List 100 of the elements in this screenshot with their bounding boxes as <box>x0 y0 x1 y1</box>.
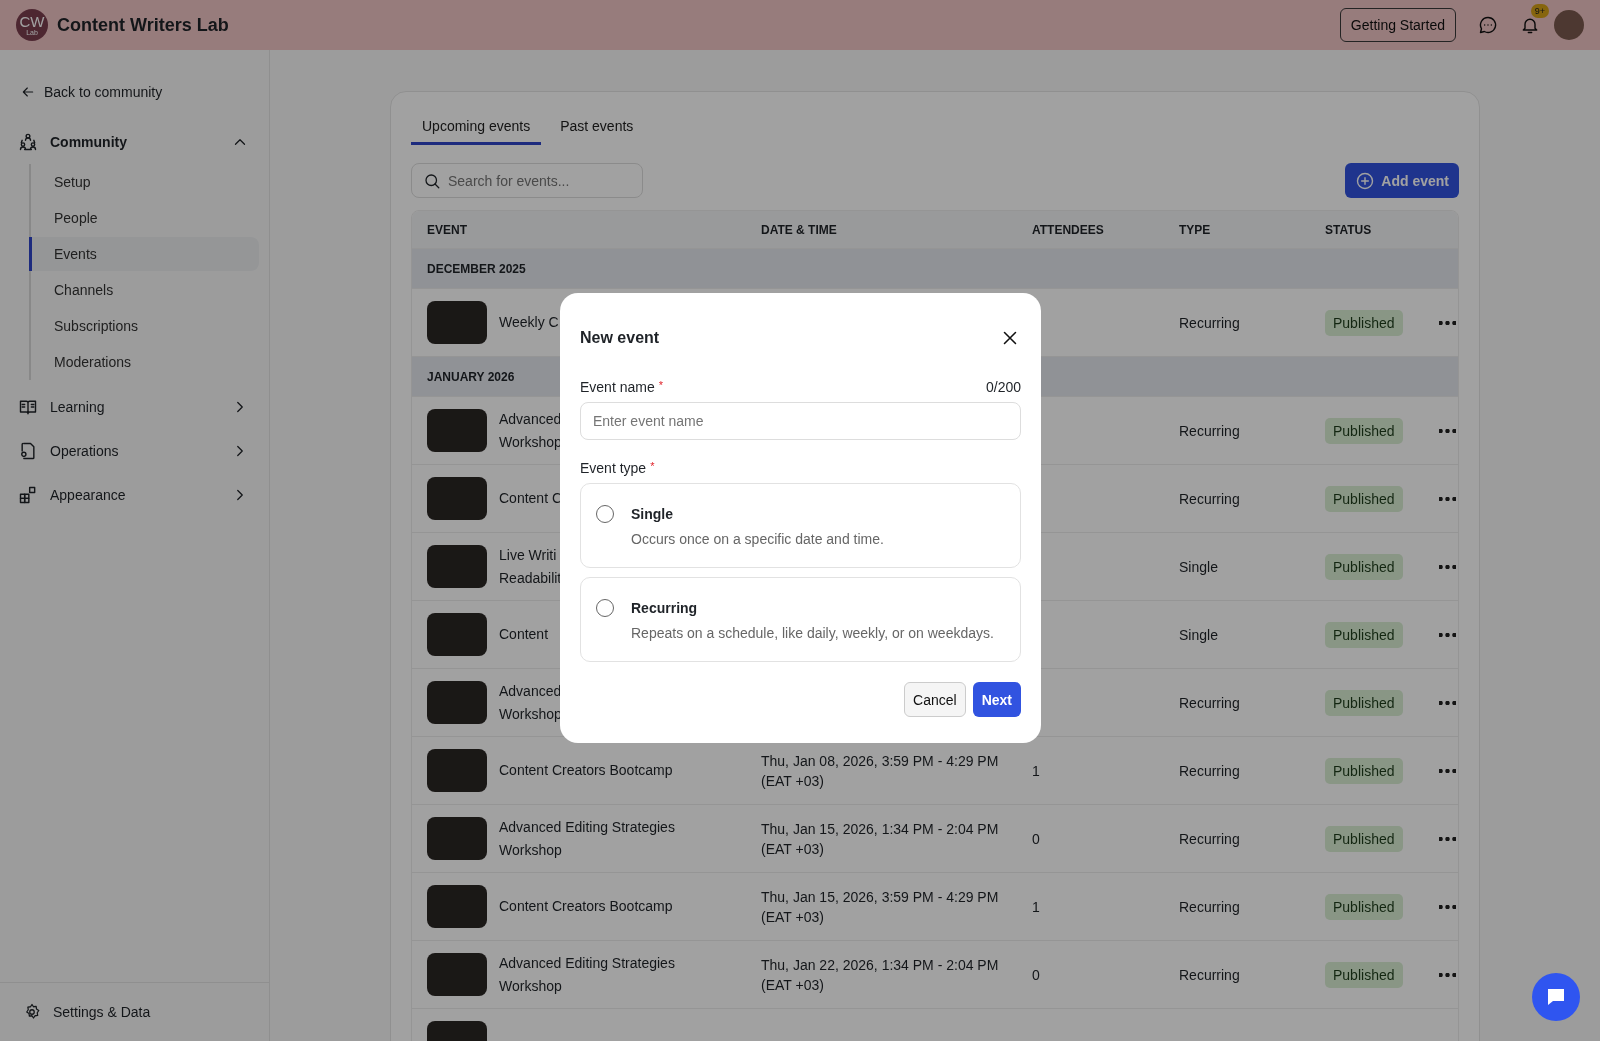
photo-placeholder <box>427 749 487 792</box>
book-icon <box>18 397 38 417</box>
chat-button[interactable] <box>1532 973 1580 1021</box>
dialog-title: New event <box>580 329 660 347</box>
option-description: Occurs once on a specific date and time. <box>631 531 885 547</box>
field-label: Event name * <box>580 379 663 395</box>
status-badge: Published <box>1325 689 1403 716</box>
more-icon <box>1439 700 1456 705</box>
people-icon <box>18 132 38 152</box>
more-button[interactable] <box>1437 426 1458 435</box>
option-description: Repeats on a schedule, like daily, weekly, or on weekdays. <box>631 625 995 641</box>
sidebar-item[interactable]: Channels <box>29 273 259 307</box>
plus-circle-icon <box>1355 170 1376 191</box>
add-event-button[interactable]: Add event <box>1345 163 1459 198</box>
more-icon <box>1439 632 1456 637</box>
photo-placeholder <box>427 545 487 588</box>
field-label: Event type * <box>580 460 655 476</box>
photo-placeholder <box>427 613 487 656</box>
more-button[interactable] <box>1437 970 1458 979</box>
event-type: Recurring <box>1179 898 1241 915</box>
event-type: Recurring <box>1179 966 1241 983</box>
more-icon <box>1439 428 1456 433</box>
event-type: Recurring <box>1179 422 1241 439</box>
more-button[interactable] <box>1437 630 1458 639</box>
event-type: Single <box>1179 626 1219 643</box>
more-button[interactable] <box>1437 834 1458 843</box>
event-type-option[interactable]: Recurring Repeats on a schedule, like daily, weekly, or on weekdays. <box>580 577 1021 662</box>
event-type: Recurring <box>1179 314 1241 331</box>
photo-placeholder <box>427 953 487 996</box>
tab[interactable]: Past events <box>549 108 645 145</box>
group-header: DECEMBER 2025 <box>412 248 1458 288</box>
gear-icon <box>23 1003 41 1021</box>
more-button[interactable] <box>1437 902 1458 911</box>
character-counter: 0/200 <box>985 379 1021 395</box>
more-icon <box>1439 320 1456 325</box>
more-button[interactable] <box>1437 698 1458 707</box>
more-button[interactable] <box>1437 494 1458 503</box>
event-name: Weekly C <box>499 313 559 332</box>
event-name: Live Writi Readabilit <box>499 545 562 588</box>
status-badge: Published <box>1325 825 1403 852</box>
more-icon <box>1439 904 1456 909</box>
sidebar-section[interactable]: Community <box>0 120 269 164</box>
sidebar-item[interactable]: Subscriptions <box>29 309 259 343</box>
next-button[interactable]: Next <box>972 682 1021 717</box>
event-date: Thu, Jan 15, 2026, 1:34 PM - 2:04 PM (EAT +03) <box>761 819 1000 859</box>
more-button[interactable] <box>1437 766 1458 775</box>
chat-icon[interactable] <box>1478 15 1498 35</box>
sidebar-section[interactable]: Appearance <box>0 473 269 517</box>
photo-placeholder <box>427 885 487 928</box>
sidebar-section[interactable]: Learning <box>0 385 269 429</box>
event-name: Content Creators Bootcamp <box>499 897 673 916</box>
avatar[interactable] <box>1554 10 1584 40</box>
tab[interactable]: Upcoming events <box>411 108 542 145</box>
more-icon <box>1439 768 1456 773</box>
sidebar-item[interactable]: People <box>29 201 259 235</box>
attendee-count: 0 <box>1032 830 1041 847</box>
event-name: Advanced Workshop <box>499 681 562 724</box>
event-type-option[interactable]: Single Occurs once on a specific date and time. <box>580 483 1021 568</box>
photo-placeholder <box>427 409 487 452</box>
event-type: Recurring <box>1179 830 1241 847</box>
blocks-icon <box>18 485 38 505</box>
event-name-field[interactable]: Enter event name <box>580 402 1021 440</box>
column-header: ATTENDEES <box>1032 222 1105 237</box>
logo-initials: CW <box>19 14 45 29</box>
event-date: Thu, Jan 22, 2026, 1:34 PM - 2:04 PM (EAT +03) <box>761 955 1000 995</box>
event-name: Advanced Workshop <box>499 409 562 452</box>
more-icon <box>1439 496 1456 501</box>
event-date: Thu, Jan 15, 2026, 3:59 PM - 4:29 PM (EAT +03) <box>761 887 1000 927</box>
status-badge: Published <box>1325 757 1403 784</box>
sidebar-section[interactable]: Operations <box>0 429 269 473</box>
back-arrow-icon <box>20 84 36 100</box>
back-link[interactable]: Back to community <box>20 84 163 100</box>
settings-item[interactable]: Settings & Data <box>0 982 269 1041</box>
photo-placeholder <box>427 477 487 520</box>
sidebar-item[interactable]: Events <box>29 237 259 271</box>
search-field[interactable]: Search for events... <box>411 163 643 198</box>
photo-placeholder <box>427 301 487 344</box>
sidebar-item[interactable]: Setup <box>29 165 259 199</box>
column-header: EVENT <box>427 222 468 237</box>
column-header: DATE & TIME <box>761 222 838 237</box>
photo-placeholder <box>427 681 487 724</box>
more-button[interactable] <box>1437 318 1458 327</box>
app-title: Content Writers Lab <box>57 14 229 36</box>
attendee-count: 0 <box>1032 966 1041 983</box>
more-icon <box>1439 836 1456 841</box>
more-button[interactable] <box>1437 562 1458 571</box>
getting-started-button[interactable]: Getting Started <box>1339 8 1456 42</box>
event-type: Recurring <box>1179 694 1241 711</box>
option-title: Single <box>631 506 674 522</box>
attendee-count: 1 <box>1032 762 1041 779</box>
event-type: Single <box>1179 558 1219 575</box>
notification-badge: 9+ <box>1530 4 1549 18</box>
event-name: Content Creators Bootcamp <box>499 761 673 780</box>
document-icon <box>18 441 38 461</box>
sidebar-item[interactable]: Moderations <box>29 345 259 379</box>
event-type: Recurring <box>1179 762 1241 779</box>
event-name: Advanced Editing Strategies Workshop <box>499 953 675 996</box>
status-badge: Published <box>1325 961 1403 988</box>
more-icon <box>1439 972 1456 977</box>
cancel-button[interactable]: Cancel <box>904 682 966 717</box>
